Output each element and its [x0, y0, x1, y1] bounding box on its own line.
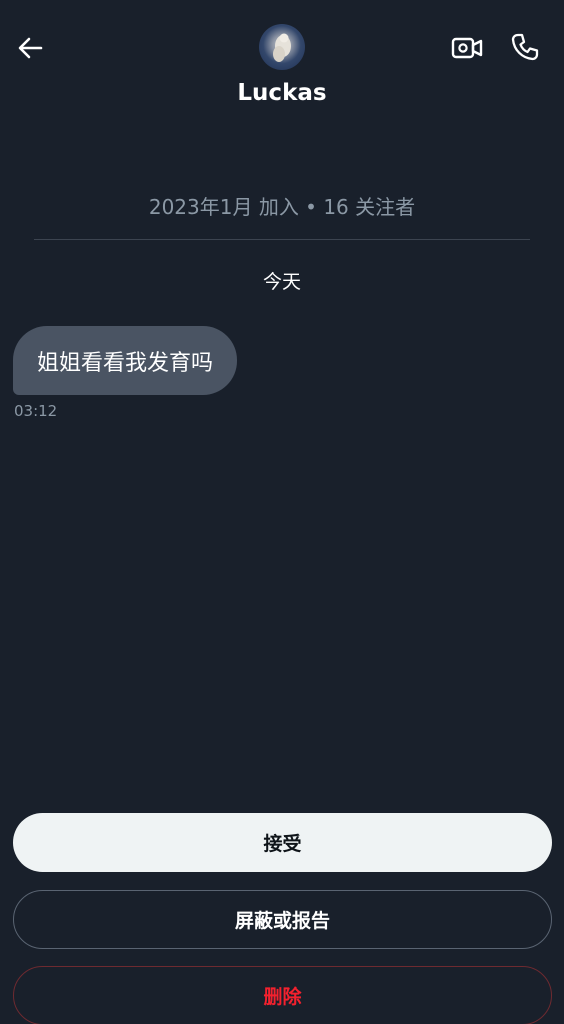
accept-label: 接受: [263, 833, 302, 855]
voice-call-button[interactable]: [506, 28, 544, 66]
accept-button[interactable]: 接受: [13, 813, 552, 872]
conversation-title: Luckas: [237, 80, 327, 106]
video-camera-icon: [451, 37, 483, 59]
message-text: 姐姐看看我发育吗: [37, 350, 214, 376]
dm-request-screen: Luckas 2023年1月 加入 • 16 关注者 今天 姐姐看看我发育吗 0…: [0, 0, 564, 1024]
divider: [34, 239, 530, 240]
back-button[interactable]: [12, 30, 48, 66]
block-or-report-label: 屏蔽或报告: [234, 910, 330, 932]
avatar[interactable]: [259, 24, 305, 70]
message-timestamp: 03:12: [14, 402, 58, 420]
profile-join-info: 2023年1月 加入 • 16 关注者: [148, 195, 416, 219]
delete-label: 删除: [263, 986, 302, 1008]
arrow-left-icon: [18, 37, 43, 59]
delete-button[interactable]: 删除: [13, 966, 552, 1024]
message-bubble[interactable]: 姐姐看看我发育吗: [13, 326, 238, 395]
video-call-button[interactable]: [448, 30, 486, 66]
avatar-image: [273, 33, 291, 62]
date-separator: 今天: [262, 271, 301, 293]
block-or-report-button[interactable]: 屏蔽或报告: [13, 890, 552, 949]
phone-icon: [511, 33, 539, 61]
